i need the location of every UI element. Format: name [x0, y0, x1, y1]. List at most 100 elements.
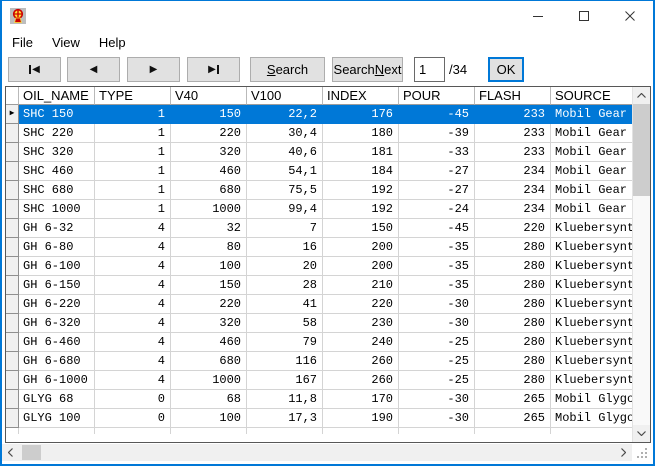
- grid-cell[interactable]: -25: [399, 371, 475, 390]
- grid-cell[interactable]: SHC 220: [19, 124, 95, 143]
- grid-cell[interactable]: GH 6-32: [19, 219, 95, 238]
- grid-cell[interactable]: Mobil Gear: [551, 124, 632, 143]
- grid-cell[interactable]: 233: [475, 143, 551, 162]
- row-selector[interactable]: [6, 371, 19, 390]
- grid-cell[interactable]: Kluebersynth: [551, 314, 632, 333]
- table-row[interactable]: GH 6-6804680116260-25280Kluebersynth: [6, 352, 632, 371]
- grid-cell[interactable]: GLYG 100: [19, 409, 95, 428]
- row-selector[interactable]: [6, 390, 19, 409]
- grid-cell[interactable]: SHC 460: [19, 162, 95, 181]
- grid-cell[interactable]: Kluebersynth: [551, 238, 632, 257]
- search-next-button[interactable]: Search Next: [332, 57, 403, 82]
- table-row[interactable]: GLYG 6806811,8170-30265Mobil Glygoyl: [6, 390, 632, 409]
- grid-cell[interactable]: -27: [399, 181, 475, 200]
- grid-cell[interactable]: 100: [171, 409, 247, 428]
- table-row[interactable]: GH 6-320432058230-30280Kluebersynth: [6, 314, 632, 333]
- grid-cell[interactable]: GH 6-150: [19, 276, 95, 295]
- grid-cell[interactable]: 150: [171, 276, 247, 295]
- grid-header-v100[interactable]: V100: [247, 87, 323, 105]
- grid-cell[interactable]: 200: [323, 238, 399, 257]
- grid-cell[interactable]: 181: [323, 143, 399, 162]
- grid-cell[interactable]: -25: [399, 333, 475, 352]
- table-row[interactable]: GH 6-220422041220-30280Kluebersynth: [6, 295, 632, 314]
- grid-cell[interactable]: 28: [247, 276, 323, 295]
- grid-cell[interactable]: 233: [475, 124, 551, 143]
- grid-cell[interactable]: SHC 1000: [19, 200, 95, 219]
- grid-cell[interactable]: 1: [95, 105, 171, 124]
- vertical-scrollbar-thumb[interactable]: [633, 104, 650, 196]
- grid-cell[interactable]: 200: [323, 257, 399, 276]
- grid-cell[interactable]: Kluebersynth: [551, 276, 632, 295]
- scroll-right-button[interactable]: [615, 444, 632, 461]
- grid-cell[interactable]: 20: [247, 257, 323, 276]
- grid-cell[interactable]: 100: [171, 257, 247, 276]
- grid-cell[interactable]: 1: [95, 143, 171, 162]
- grid-cell[interactable]: -45: [399, 219, 475, 238]
- record-number-input[interactable]: [414, 57, 445, 82]
- grid-cell[interactable]: SHC 150: [19, 105, 95, 124]
- search-button[interactable]: Search: [250, 57, 325, 82]
- grid-cell[interactable]: -24: [399, 200, 475, 219]
- grid-cell[interactable]: Mobil Glygoyl: [551, 390, 632, 409]
- grid-cell[interactable]: Mobil Gear: [551, 181, 632, 200]
- grid-cell[interactable]: 176: [323, 105, 399, 124]
- table-row[interactable]: SHC 320132040,6181-33233Mobil Gear: [6, 143, 632, 162]
- table-row[interactable]: SHC 680168075,5192-27234Mobil Gear: [6, 181, 632, 200]
- table-row[interactable]: SHC 10001100099,4192-24234Mobil Gear: [6, 200, 632, 219]
- grid-cell[interactable]: 68: [171, 390, 247, 409]
- row-selector[interactable]: [6, 219, 19, 238]
- grid-cell[interactable]: 230: [323, 314, 399, 333]
- close-button[interactable]: [607, 1, 653, 31]
- grid-cell[interactable]: Kluebersynth: [551, 371, 632, 390]
- grid-cell[interactable]: Mobil Gear: [551, 105, 632, 124]
- grid-cell[interactable]: 280: [475, 333, 551, 352]
- grid-cell[interactable]: 17,3: [247, 409, 323, 428]
- minimize-button[interactable]: [515, 1, 561, 31]
- grid-cell[interactable]: 4: [95, 295, 171, 314]
- grid-cell[interactable]: Mobil Gear: [551, 200, 632, 219]
- grid-cell[interactable]: -35: [399, 238, 475, 257]
- grid-cell[interactable]: 54,1: [247, 162, 323, 181]
- grid-cell[interactable]: 680: [171, 181, 247, 200]
- scroll-left-button[interactable]: [2, 444, 19, 461]
- grid-cell[interactable]: -33: [399, 143, 475, 162]
- grid-cell[interactable]: GH 6-320: [19, 314, 95, 333]
- grid-cell[interactable]: GH 6-680: [19, 352, 95, 371]
- row-selector[interactable]: [6, 200, 19, 219]
- grid-cell[interactable]: 460: [171, 333, 247, 352]
- grid-cell[interactable]: Mobil Glygoyl: [551, 409, 632, 428]
- table-row[interactable]: ▶SHC 150115022,2176-45233Mobil Gear: [6, 105, 632, 124]
- grid-cell[interactable]: 220: [323, 295, 399, 314]
- grid-cell[interactable]: 234: [475, 181, 551, 200]
- grid-cell[interactable]: GLYG 68: [19, 390, 95, 409]
- grid-cell[interactable]: 190: [323, 409, 399, 428]
- table-row[interactable]: GLYG 100010017,3190-30265Mobil Glygoyl: [6, 409, 632, 428]
- grid-cell[interactable]: SHC 680: [19, 181, 95, 200]
- grid-cell[interactable]: 22,2: [247, 105, 323, 124]
- table-row[interactable]: SHC 220122030,4180-39233Mobil Gear: [6, 124, 632, 143]
- grid-cell[interactable]: 1000: [171, 200, 247, 219]
- grid-cell[interactable]: SHC 320: [19, 143, 95, 162]
- grid-cell[interactable]: 280: [475, 276, 551, 295]
- grid-header-source[interactable]: SOURCE: [551, 87, 632, 105]
- row-selector[interactable]: [6, 181, 19, 200]
- grid-cell[interactable]: -39: [399, 124, 475, 143]
- grid-header-oil-name[interactable]: OIL_NAME: [19, 87, 95, 105]
- grid-cell[interactable]: GH 6-100: [19, 257, 95, 276]
- row-selector[interactable]: [6, 143, 19, 162]
- grid-cell[interactable]: 4: [95, 219, 171, 238]
- grid-cell[interactable]: 79: [247, 333, 323, 352]
- grid-header-v40[interactable]: V40: [171, 87, 247, 105]
- grid-header-flash[interactable]: FLASH: [475, 87, 551, 105]
- menu-file[interactable]: File: [3, 32, 42, 53]
- grid-cell[interactable]: 4: [95, 238, 171, 257]
- grid-cell[interactable]: 75,5: [247, 181, 323, 200]
- row-selector[interactable]: [6, 333, 19, 352]
- grid-cell[interactable]: 150: [171, 105, 247, 124]
- grid-cell[interactable]: 1: [95, 162, 171, 181]
- grid-cell[interactable]: -45: [399, 105, 475, 124]
- grid-cell[interactable]: 460: [171, 162, 247, 181]
- grid-cell[interactable]: GH 6-1000: [19, 371, 95, 390]
- grid-cell[interactable]: Kluebersynth: [551, 333, 632, 352]
- grid-cell[interactable]: 0: [95, 390, 171, 409]
